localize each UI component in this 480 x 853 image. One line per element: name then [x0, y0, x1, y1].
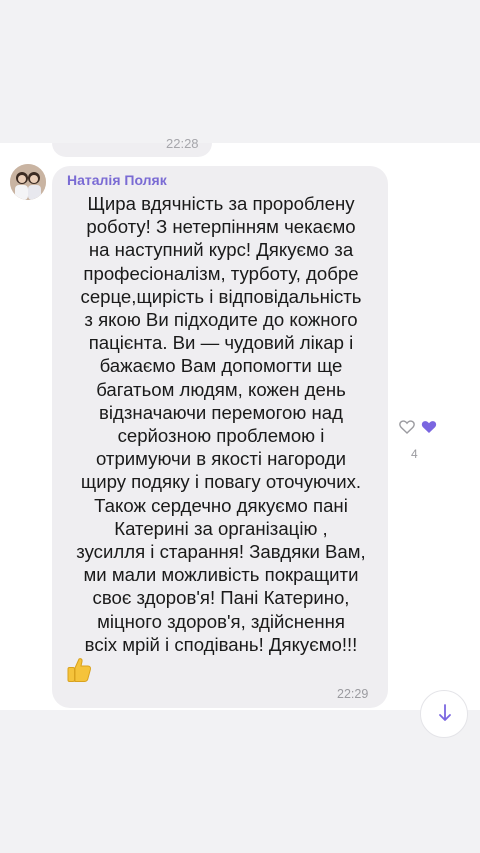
previous-message-time: 22:28 [166, 136, 199, 151]
avatar[interactable] [10, 164, 46, 200]
message-text: Щира вдячність за пророблену роботу! З н… [76, 193, 366, 655]
heart-outline-icon[interactable] [399, 420, 415, 434]
thumbs-up-icon [64, 655, 94, 685]
scroll-down-button[interactable] [420, 690, 468, 738]
arrow-down-icon [439, 704, 451, 721]
message-time: 22:29 [337, 687, 369, 701]
reaction-count[interactable]: 4 [411, 447, 418, 461]
heart-filled-icon[interactable] [421, 420, 437, 434]
sender-name[interactable]: Наталія Поляк [67, 172, 167, 188]
screen: { "previous_message": { "time": "22:28" … [0, 0, 480, 853]
